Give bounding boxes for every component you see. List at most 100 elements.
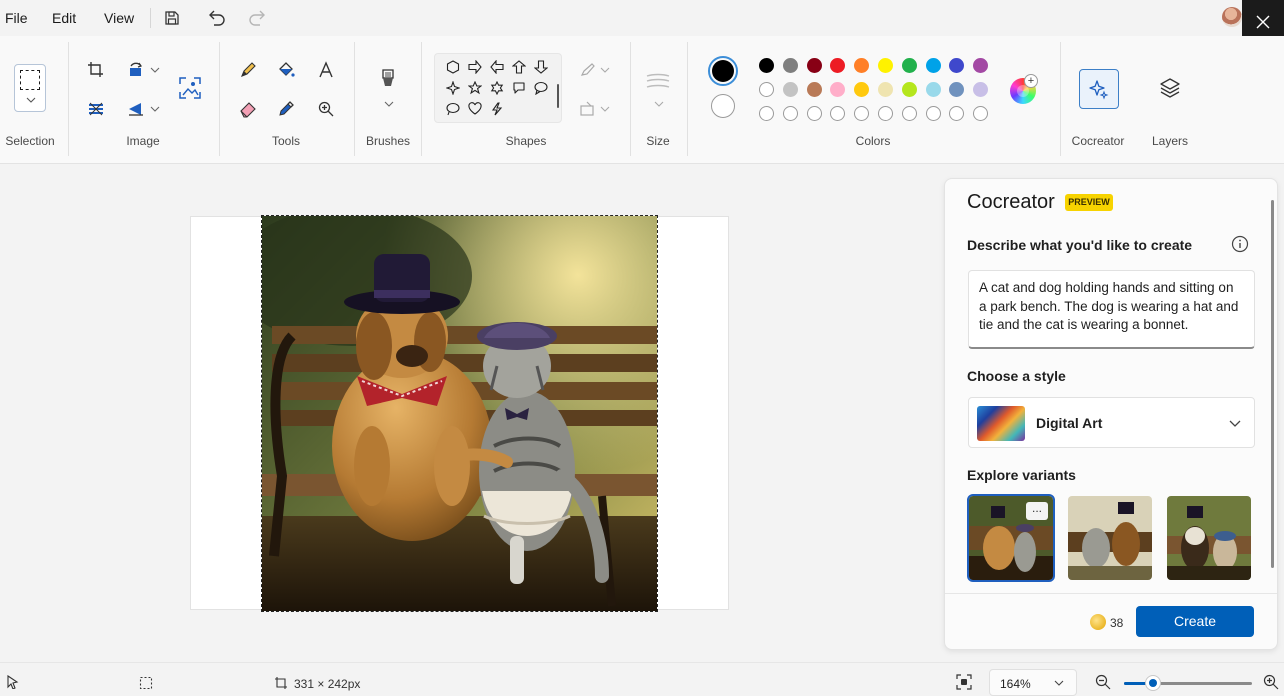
color-swatch[interactable] — [949, 82, 965, 97]
arrow-down-icon[interactable] — [532, 58, 550, 76]
magnifier-icon[interactable] — [314, 97, 338, 121]
fit-to-window-icon[interactable] — [956, 674, 972, 690]
rectangle-select-icon — [20, 70, 40, 90]
custom-color-slot[interactable] — [830, 106, 846, 121]
outline-icon[interactable] — [576, 58, 600, 82]
chevron-down-icon — [1229, 420, 1241, 427]
selection-tool-button[interactable] — [14, 64, 46, 112]
zoom-dropdown[interactable]: 164% — [989, 669, 1077, 696]
info-icon[interactable] — [1231, 235, 1249, 253]
color-picker-icon[interactable] — [274, 97, 298, 121]
star-five-icon[interactable] — [466, 79, 484, 97]
chevron-down-icon[interactable] — [150, 66, 160, 74]
color-swatch[interactable] — [854, 58, 870, 73]
color-swatch[interactable] — [782, 82, 798, 97]
save-icon[interactable] — [160, 6, 184, 30]
menu-file[interactable]: File — [5, 10, 28, 26]
text-icon[interactable] — [314, 58, 338, 82]
color-swatch[interactable] — [901, 82, 917, 97]
create-button[interactable]: Create — [1136, 606, 1254, 637]
shape-fill-icon[interactable] — [576, 97, 600, 121]
cocreator-button[interactable] — [1079, 69, 1119, 109]
chevron-down-icon[interactable] — [600, 105, 610, 113]
rotate-icon[interactable] — [124, 58, 148, 82]
primary-color-swatch[interactable] — [708, 56, 738, 86]
color-swatch[interactable] — [878, 58, 893, 73]
custom-color-slot[interactable] — [925, 106, 941, 121]
color-swatch[interactable] — [925, 58, 941, 73]
color-swatch[interactable] — [830, 58, 846, 73]
color-swatch[interactable] — [806, 82, 822, 97]
color-swatch[interactable] — [830, 82, 846, 97]
custom-color-slot[interactable] — [806, 106, 822, 121]
chevron-down-icon[interactable] — [600, 66, 610, 74]
resize-icon[interactable] — [84, 97, 108, 121]
color-swatch[interactable] — [806, 58, 822, 73]
arrow-up-icon[interactable] — [510, 58, 528, 76]
chevron-down-icon[interactable] — [384, 100, 394, 108]
shapes-scroll-handle[interactable] — [557, 84, 559, 108]
crop-icon[interactable] — [84, 58, 108, 82]
secondary-color-swatch[interactable] — [711, 94, 735, 118]
color-swatch[interactable] — [759, 58, 774, 73]
chevron-down-icon[interactable] — [150, 105, 160, 113]
stroke-size-icon[interactable] — [646, 70, 670, 94]
redo-icon[interactable] — [245, 6, 269, 30]
variant-more-button[interactable]: ... — [1026, 502, 1048, 520]
callout-rect-icon[interactable] — [510, 79, 528, 97]
account-avatar[interactable] — [1222, 7, 1242, 27]
add-color-icon[interactable]: + — [1024, 74, 1038, 88]
describe-label: Describe what you'd like to create — [967, 237, 1193, 253]
custom-color-slot[interactable] — [878, 106, 893, 121]
prompt-textarea[interactable]: A cat and dog holding hands and sitting … — [968, 270, 1255, 349]
custom-color-slot[interactable] — [901, 106, 917, 121]
group-label-tools: Tools — [271, 134, 300, 148]
color-swatch[interactable] — [973, 82, 989, 97]
generated-image[interactable] — [261, 215, 658, 612]
star-six-icon[interactable] — [488, 79, 506, 97]
heart-icon[interactable] — [466, 100, 484, 118]
menu-view[interactable]: View — [104, 10, 134, 26]
zoom-value: 164% — [1000, 677, 1031, 691]
color-swatch[interactable] — [901, 58, 917, 73]
layers-icon[interactable] — [1158, 76, 1182, 100]
zoom-slider[interactable] — [1124, 682, 1252, 685]
color-swatch[interactable] — [854, 82, 870, 97]
variant-thumbnail-2[interactable] — [1068, 496, 1152, 580]
arrow-right-icon[interactable] — [466, 58, 484, 76]
flip-icon[interactable] — [124, 97, 148, 121]
arrow-left-icon[interactable] — [488, 58, 506, 76]
custom-color-slot[interactable] — [854, 106, 870, 121]
zoom-out-icon[interactable] — [1095, 674, 1111, 690]
callout-cloud-icon[interactable] — [444, 100, 462, 118]
lightning-icon[interactable] — [488, 100, 506, 118]
undo-icon[interactable] — [205, 6, 229, 30]
style-dropdown[interactable]: Digital Art — [968, 397, 1255, 448]
panel-scrollbar[interactable] — [1271, 200, 1274, 568]
remove-background-icon[interactable] — [178, 76, 202, 100]
zoom-slider-thumb[interactable] — [1145, 675, 1162, 691]
star-four-icon[interactable] — [444, 79, 462, 97]
custom-color-slot[interactable] — [949, 106, 965, 121]
hexagon-icon[interactable] — [444, 58, 462, 76]
color-swatch[interactable] — [782, 58, 798, 73]
color-swatch[interactable] — [949, 58, 965, 73]
custom-color-slot[interactable] — [973, 106, 989, 121]
group-label-selection: Selection — [5, 134, 55, 148]
color-swatch[interactable] — [759, 82, 774, 97]
zoom-in-icon[interactable] — [1263, 674, 1279, 690]
variant-thumbnail-3[interactable] — [1167, 496, 1251, 580]
custom-color-slot[interactable] — [782, 106, 798, 121]
color-swatch[interactable] — [925, 82, 941, 97]
chevron-down-icon[interactable] — [654, 100, 664, 108]
custom-color-slot[interactable] — [759, 106, 774, 121]
variants-label: Explore variants — [967, 467, 1076, 483]
eraser-icon[interactable] — [236, 97, 260, 121]
callout-oval-icon[interactable] — [532, 79, 550, 97]
menu-edit[interactable]: Edit — [52, 10, 76, 26]
color-swatch[interactable] — [973, 58, 989, 73]
color-swatch[interactable] — [878, 82, 893, 97]
pencil-icon[interactable] — [236, 58, 260, 82]
fill-bucket-icon[interactable] — [274, 58, 298, 82]
brush-icon[interactable] — [376, 68, 400, 92]
